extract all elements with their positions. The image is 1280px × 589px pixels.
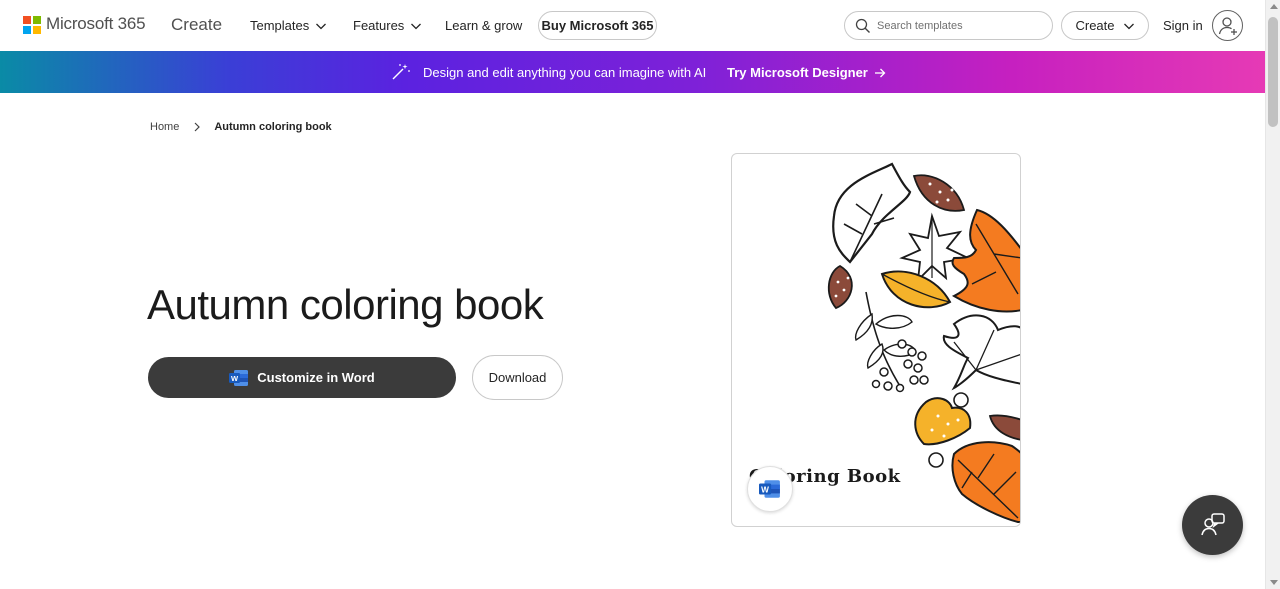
buy-microsoft-365-button[interactable]: Buy Microsoft 365	[538, 11, 657, 40]
chevron-down-icon	[316, 23, 327, 29]
magic-wand-icon	[392, 64, 410, 80]
word-icon: W	[759, 480, 780, 498]
create-menu-button[interactable]: Create	[1061, 11, 1149, 40]
create-menu-label: Create	[1075, 18, 1115, 33]
scroll-down-arrow-icon[interactable]	[1270, 580, 1278, 585]
breadcrumb: Home Autumn coloring book	[150, 121, 332, 133]
customize-label: Customize in Word	[257, 370, 375, 385]
search-input[interactable]	[877, 19, 1047, 32]
designer-promo-banner: Design and edit anything you can imagine…	[0, 51, 1265, 93]
page-scrollbar[interactable]	[1265, 0, 1280, 589]
chevron-right-icon	[194, 122, 201, 132]
nav-features-label: Features	[353, 18, 405, 33]
page-title: Autumn coloring book	[147, 281, 544, 328]
download-button[interactable]: Download	[472, 355, 563, 400]
breadcrumb-home[interactable]: Home	[150, 121, 179, 133]
word-icon: W	[229, 369, 249, 386]
banner-text: Design and edit anything you can imagine…	[423, 65, 707, 80]
nav-templates[interactable]: Templates	[250, 18, 327, 33]
nav-learn-label: Learn & grow	[445, 18, 523, 33]
svg-text:W: W	[761, 485, 769, 494]
scroll-thumb[interactable]	[1268, 17, 1278, 127]
customize-in-word-button[interactable]: W Customize in Word	[148, 357, 456, 398]
scroll-up-arrow-icon[interactable]	[1270, 4, 1278, 9]
assistant-chat-button[interactable]	[1182, 495, 1243, 555]
nav-features[interactable]: Features	[353, 18, 422, 33]
nav-learn-grow[interactable]: Learn & grow	[445, 18, 522, 33]
word-app-badge: W	[747, 466, 793, 512]
breadcrumb-current: Autumn coloring book	[214, 121, 332, 133]
nav-templates-label: Templates	[250, 18, 310, 33]
try-designer-link[interactable]: Try Microsoft Designer	[727, 65, 886, 80]
chevron-down-icon	[411, 23, 422, 29]
person-add-icon	[1218, 16, 1237, 35]
arrow-right-icon	[874, 68, 886, 77]
template-preview[interactable]: Coloring Book W	[731, 153, 1021, 527]
sign-in-link[interactable]: Sign in	[1163, 18, 1203, 33]
chevron-down-icon	[1123, 23, 1134, 29]
search-icon	[855, 18, 870, 33]
search-box[interactable]	[844, 11, 1053, 40]
try-designer-label: Try Microsoft Designer	[727, 65, 868, 80]
brand-name[interactable]: Microsoft 365	[46, 14, 146, 34]
microsoft-logo-icon[interactable]	[23, 16, 41, 34]
top-header: Microsoft 365 Create Templates Features …	[0, 0, 1265, 51]
person-feedback-icon	[1200, 513, 1225, 536]
section-title[interactable]: Create	[171, 15, 222, 35]
account-avatar[interactable]	[1212, 10, 1243, 41]
svg-text:W: W	[231, 374, 239, 383]
